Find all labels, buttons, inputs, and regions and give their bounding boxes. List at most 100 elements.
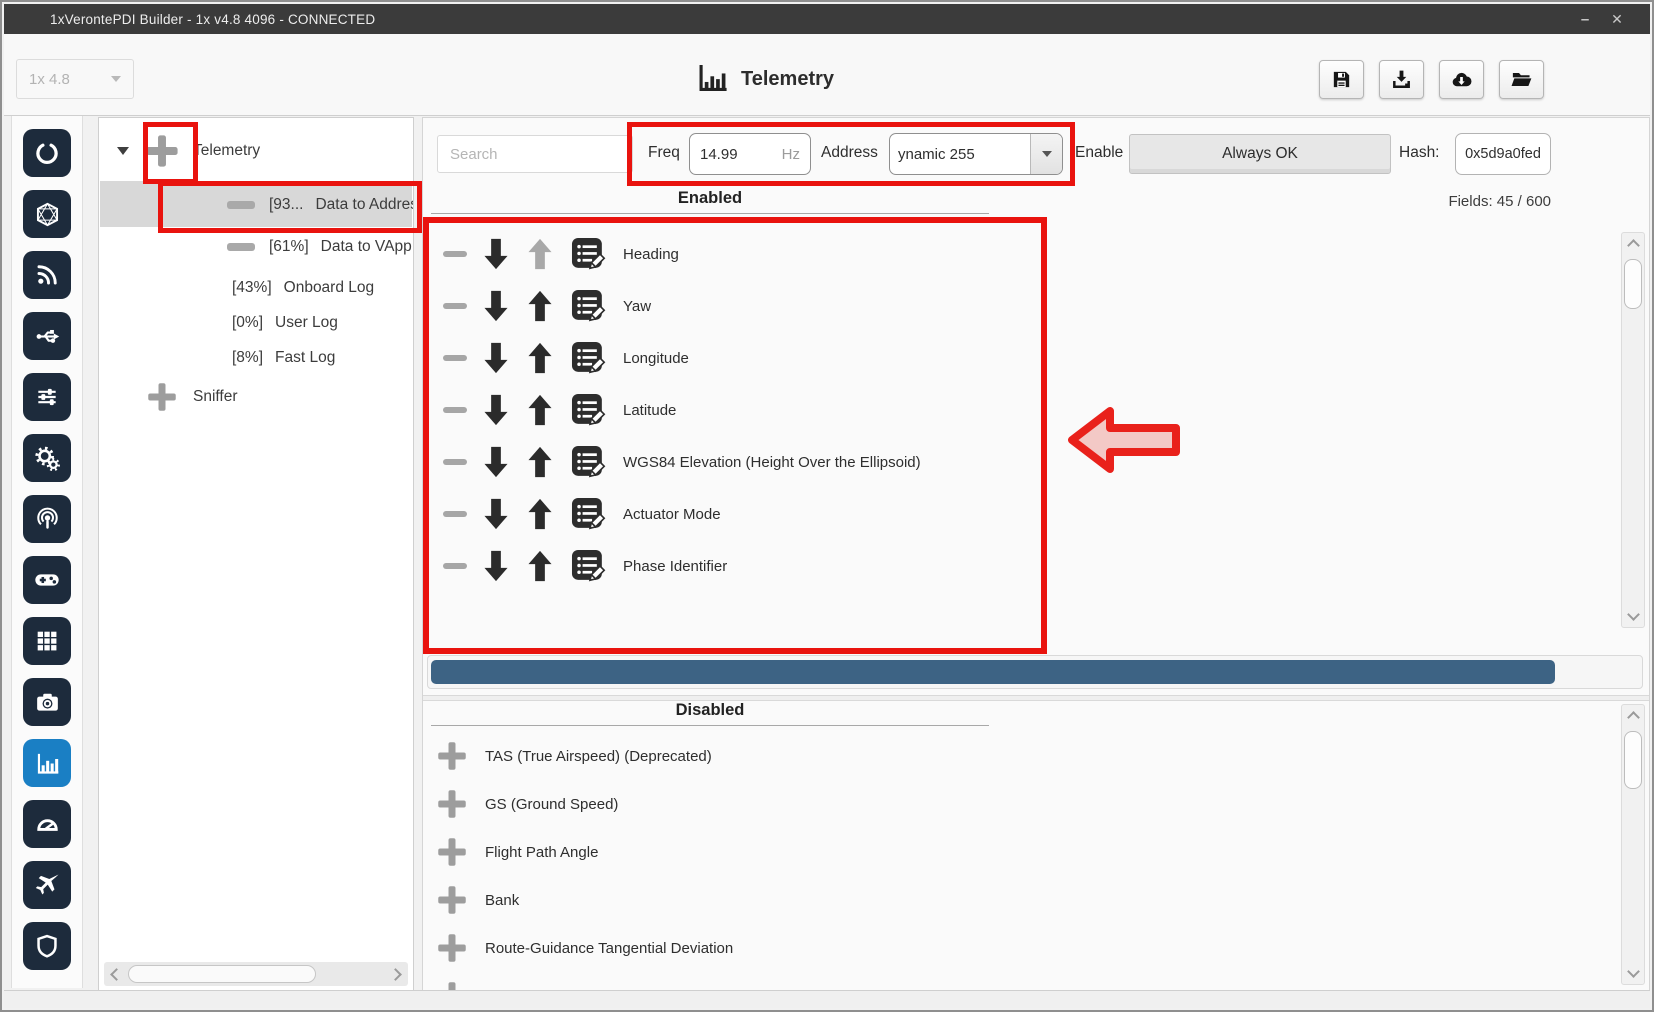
camera-icon <box>34 689 61 716</box>
sidebar-item-usb[interactable] <box>23 312 71 360</box>
tree-scroll-thumb[interactable] <box>128 965 316 983</box>
disabled-section-header: Disabled <box>431 701 989 726</box>
scroll-thumb[interactable] <box>1624 259 1642 309</box>
edit-field-icon[interactable] <box>569 339 607 377</box>
scroll-up-icon[interactable] <box>1627 711 1640 724</box>
sidebar-item-podcast[interactable] <box>23 495 71 543</box>
scroll-up-icon[interactable] <box>1627 239 1640 252</box>
add-icon[interactable] <box>437 837 467 867</box>
tree-expand-caret-icon[interactable] <box>117 147 129 155</box>
sidebar-item-airplane[interactable] <box>23 861 71 909</box>
add-icon[interactable] <box>437 933 467 963</box>
freq-input[interactable]: 14.99 Hz <box>689 133 811 175</box>
move-up-icon[interactable] <box>525 445 555 479</box>
list-item[interactable]: Actuator Mode <box>423 488 1603 540</box>
scroll-left-icon[interactable] <box>110 968 123 981</box>
download-button[interactable] <box>1379 60 1424 99</box>
enabled-vertical-scrollbar[interactable] <box>1621 232 1645 628</box>
list-item[interactable]: Heading <box>423 228 1603 280</box>
list-item[interactable]: TAS (True Airspeed) (Deprecated) <box>423 732 1603 780</box>
address-select[interactable]: ynamic 255 <box>889 133 1063 175</box>
sidebar-item-sliders[interactable] <box>23 373 71 421</box>
minimize-button[interactable]: – <box>1572 4 1598 34</box>
scroll-thumb[interactable] <box>1624 731 1642 789</box>
sidebar-item-telemetry[interactable] <box>23 739 71 787</box>
list-item[interactable]: Phase Identifier <box>423 540 1603 592</box>
move-up-icon[interactable] <box>525 341 555 375</box>
edit-field-icon[interactable] <box>569 443 607 481</box>
tree-item-sniffer[interactable]: Sniffer <box>99 378 413 416</box>
sidebar-item-hexagon-mesh[interactable] <box>23 190 71 238</box>
tree-horizontal-scrollbar[interactable] <box>104 962 408 986</box>
scroll-down-icon[interactable] <box>1627 965 1640 978</box>
scroll-thumb[interactable] <box>431 660 1555 684</box>
list-item[interactable]: Bank <box>423 876 1603 924</box>
list-item-partial[interactable] <box>423 972 1603 992</box>
disabled-vertical-scrollbar[interactable] <box>1621 704 1645 985</box>
plus-icon[interactable] <box>147 382 177 412</box>
remove-icon[interactable] <box>443 355 467 362</box>
move-down-icon[interactable] <box>481 289 511 323</box>
sidebar-item-rss[interactable] <box>23 251 71 299</box>
edit-field-icon[interactable] <box>569 235 607 273</box>
move-up-icon[interactable] <box>525 549 555 583</box>
move-down-icon[interactable] <box>481 393 511 427</box>
sidebar-item-gears[interactable] <box>23 434 71 482</box>
move-up-icon[interactable] <box>525 497 555 531</box>
add-icon[interactable] <box>437 885 467 915</box>
move-down-icon[interactable] <box>481 445 511 479</box>
minus-icon[interactable] <box>227 243 255 251</box>
add-icon[interactable] <box>437 741 467 771</box>
scroll-down-icon[interactable] <box>1627 608 1640 621</box>
list-item[interactable]: Route-Guidance Tangential Deviation <box>423 924 1603 972</box>
list-item[interactable]: Longitude <box>423 332 1603 384</box>
enable-condition-button[interactable]: Always OK <box>1129 134 1391 174</box>
move-up-icon[interactable] <box>525 289 555 323</box>
enabled-horizontal-scrollbar[interactable] <box>427 655 1643 689</box>
open-folder-button[interactable] <box>1499 60 1544 99</box>
save-button[interactable] <box>1319 60 1364 99</box>
tree-item-onboard-log[interactable]: [43%] Onboard Log <box>99 271 413 305</box>
version-selector[interactable]: 1x 4.8 <box>16 59 134 99</box>
tree-item-data-to-vapp[interactable]: [61%] Data to VApp <box>99 229 413 265</box>
remove-icon[interactable] <box>443 563 467 570</box>
sidebar-item-shield[interactable] <box>23 922 71 970</box>
remove-icon[interactable] <box>443 303 467 310</box>
list-item[interactable]: WGS84 Elevation (Height Over the Ellipso… <box>423 436 1603 488</box>
scroll-right-icon[interactable] <box>389 968 402 981</box>
sidebar-item-power[interactable] <box>23 129 71 177</box>
minus-icon[interactable] <box>227 201 255 209</box>
move-down-icon[interactable] <box>481 237 511 271</box>
add-icon[interactable] <box>437 789 467 819</box>
tree-item-data-to-address[interactable]: [93... Data to Address u <box>99 183 413 227</box>
list-item[interactable]: Flight Path Angle <box>423 828 1603 876</box>
remove-icon[interactable] <box>443 459 467 466</box>
list-item[interactable]: Latitude <box>423 384 1603 436</box>
close-button[interactable]: ✕ <box>1604 4 1630 34</box>
address-dropdown-button[interactable] <box>1030 134 1062 174</box>
search-input[interactable] <box>437 135 633 173</box>
move-up-icon[interactable] <box>525 393 555 427</box>
sidebar-item-gamepad[interactable] <box>23 556 71 604</box>
edit-field-icon[interactable] <box>569 547 607 585</box>
sidebar-item-grid[interactable] <box>23 617 71 665</box>
sidebar-item-gauge[interactable] <box>23 800 71 848</box>
list-item[interactable]: GS (Ground Speed) <box>423 780 1603 828</box>
tree-item-user-log[interactable]: [0%] User Log <box>99 306 413 340</box>
edit-field-icon[interactable] <box>569 287 607 325</box>
move-up-icon[interactable] <box>525 237 555 271</box>
edit-field-icon[interactable] <box>569 391 607 429</box>
move-down-icon[interactable] <box>481 497 511 531</box>
remove-icon[interactable] <box>443 511 467 518</box>
list-item[interactable]: Yaw <box>423 280 1603 332</box>
sidebar-item-camera[interactable] <box>23 678 71 726</box>
move-down-icon[interactable] <box>481 341 511 375</box>
tree-item-telemetry[interactable]: Telemetry <box>99 134 413 168</box>
cloud-download-button[interactable] <box>1439 60 1484 99</box>
edit-field-icon[interactable] <box>569 495 607 533</box>
tree-item-fast-log[interactable]: [8%] Fast Log <box>99 341 413 375</box>
remove-icon[interactable] <box>443 251 467 258</box>
move-down-icon[interactable] <box>481 549 511 583</box>
remove-icon[interactable] <box>443 407 467 414</box>
plus-icon[interactable] <box>145 134 179 168</box>
